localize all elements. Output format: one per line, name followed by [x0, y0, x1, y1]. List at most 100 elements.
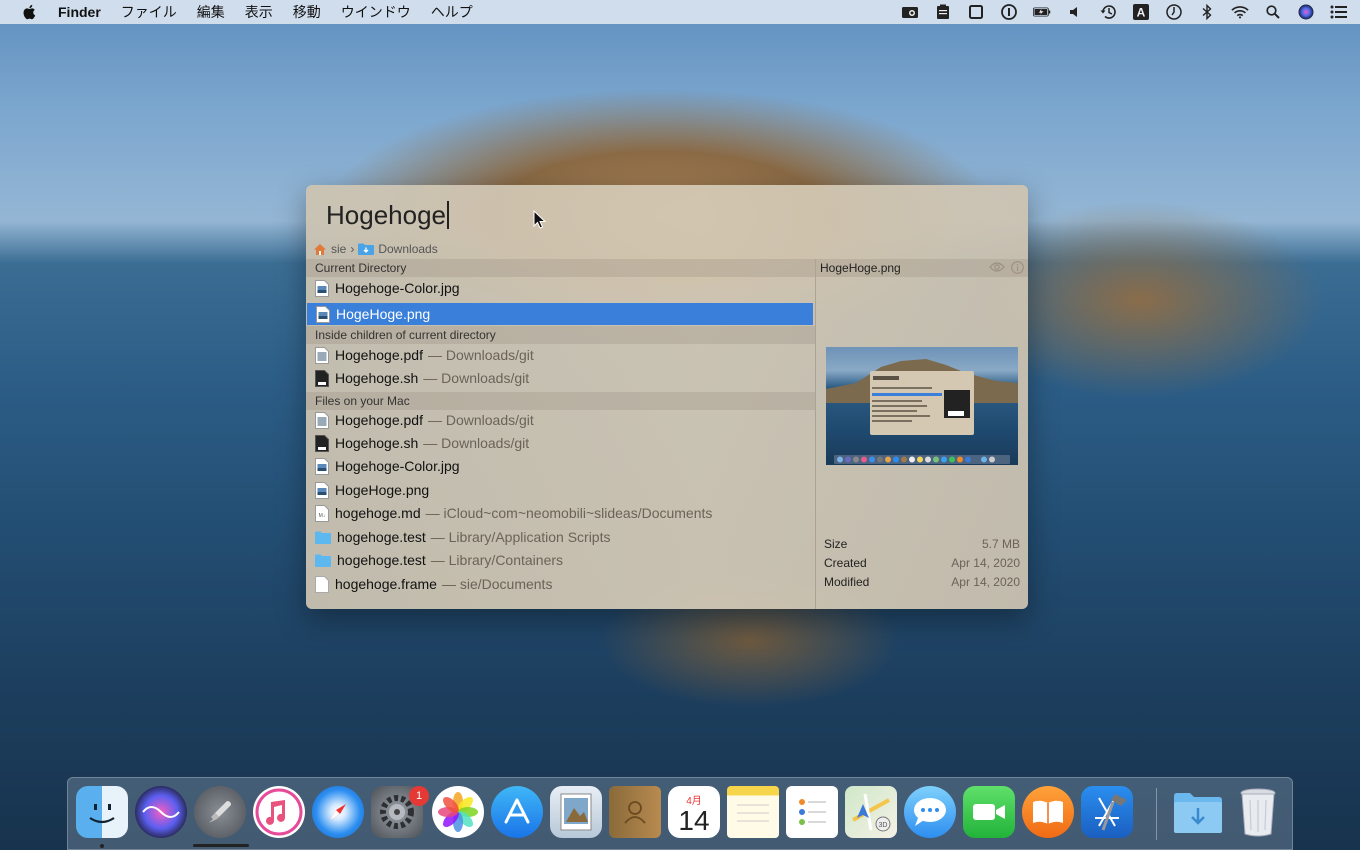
svg-text:M↓: M↓: [319, 513, 326, 519]
dock-itunes[interactable]: [253, 786, 305, 838]
list-item[interactable]: Hogehoge.sh — Downloads/git: [306, 432, 815, 454]
siri-icon[interactable]: [1297, 4, 1315, 20]
notification-center-icon[interactable]: [1330, 4, 1348, 20]
shell-script-icon: [315, 434, 329, 452]
file-name: HogeHoge.png: [336, 306, 431, 322]
list-item-selected[interactable]: HogeHoge.png: [307, 303, 813, 325]
file-path: — iCloud~com~neomobili~slideas/Documents: [425, 505, 713, 521]
meta-created: Created Apr 14, 2020: [824, 556, 1020, 574]
meta-value: Apr 14, 2020: [951, 556, 1020, 570]
search-query-field[interactable]: Hogehoge: [326, 199, 449, 231]
image-file-icon: [315, 279, 329, 297]
clock-icon[interactable]: [1165, 4, 1183, 20]
screenshot-icon[interactable]: [901, 4, 919, 20]
dock-safari[interactable]: [312, 786, 364, 838]
dock-app-store[interactable]: [491, 786, 543, 838]
dock-finder[interactable]: [76, 786, 128, 838]
dock-notes[interactable]: [727, 786, 779, 838]
list-item[interactable]: hogehoge.frame — sie/Documents: [306, 573, 815, 595]
list-item[interactable]: HogeHoge.png: [306, 479, 815, 501]
list-item[interactable]: Hogehoge-Color.jpg: [306, 455, 815, 477]
dock: 1 4月 14 3D: [67, 777, 1293, 850]
list-item[interactable]: Hogehoge.pdf — Downloads/git: [306, 409, 815, 431]
volume-icon[interactable]: [1066, 4, 1084, 20]
onepassword-icon[interactable]: [1000, 4, 1018, 20]
menu-file[interactable]: ファイル: [121, 2, 177, 22]
menu-go[interactable]: 移動: [293, 2, 321, 22]
window-icon[interactable]: [967, 4, 985, 20]
preview-header: HogeHoge.png: [816, 259, 1028, 277]
photos-flower-icon: [438, 792, 478, 832]
text-caret: [447, 201, 449, 229]
image-file-icon: [315, 481, 329, 499]
app-store-a-icon: [504, 798, 530, 824]
list-item[interactable]: M↓ hogehoge.md — iCloud~com~neomobili~sl…: [306, 502, 815, 524]
dock-facetime[interactable]: [963, 786, 1015, 838]
file-name: Hogehoge-Color.jpg: [335, 458, 460, 474]
apple-menu-icon[interactable]: [20, 3, 40, 21]
dock-downloads-stack[interactable]: [1172, 786, 1224, 838]
search-launcher-panel: Hogehoge sie › Downloads Current Directo…: [306, 185, 1028, 609]
finder-face-icon: [89, 804, 115, 824]
reminders-list-icon: [799, 799, 826, 825]
file-name: hogehoge.frame: [335, 576, 437, 592]
bluetooth-icon[interactable]: [1198, 4, 1216, 20]
clipboard-icon[interactable]: [934, 4, 952, 20]
svg-text:A: A: [1137, 6, 1146, 20]
dock-photos[interactable]: [432, 786, 484, 838]
menu-app-finder[interactable]: Finder: [58, 4, 101, 20]
dock-messages[interactable]: [904, 786, 956, 838]
menu-window[interactable]: ウインドウ: [341, 2, 411, 22]
meta-value: Apr 14, 2020: [951, 575, 1020, 589]
menu-view[interactable]: 表示: [245, 2, 273, 22]
breadcrumb: sie › Downloads: [313, 241, 438, 257]
rocket-icon: [209, 801, 231, 823]
dock-reminders[interactable]: [786, 786, 838, 838]
file-name: Hogehoge.pdf: [335, 347, 423, 363]
pdf-file-icon: [315, 346, 329, 364]
menu-edit[interactable]: 編集: [197, 2, 225, 22]
list-item[interactable]: Hogehoge.pdf — Downloads/git: [306, 344, 815, 366]
time-machine-icon[interactable]: [1099, 4, 1117, 20]
meta-value: 5.7 MB: [981, 537, 1020, 551]
file-preview-thumbnail: [826, 347, 1018, 465]
list-item[interactable]: hogehoge.test — Library/Application Scri…: [306, 526, 815, 548]
dock-trash[interactable]: [1232, 786, 1284, 838]
menu-help[interactable]: ヘルプ: [431, 2, 473, 22]
breadcrumb-home[interactable]: sie: [331, 242, 346, 256]
meta-label: Size: [824, 537, 848, 551]
file-name: hogehoge.test: [337, 529, 426, 545]
file-path: — Library/Application Scripts: [430, 529, 611, 545]
dock-siri[interactable]: [135, 786, 187, 838]
dock-launchpad[interactable]: [194, 786, 246, 838]
dock-calendar[interactable]: 4月 14: [668, 786, 720, 838]
preview-filename: HogeHoge.png: [820, 261, 901, 275]
battery-charging-icon[interactable]: [1033, 4, 1051, 20]
file-path: — Downloads/git: [423, 370, 530, 386]
launchpad-underline: [193, 844, 249, 847]
search-query-text: Hogehoge: [326, 199, 446, 230]
dock-contacts[interactable]: [609, 786, 661, 838]
home-folder-icon: [314, 243, 326, 255]
spotlight-icon[interactable]: [1264, 4, 1282, 20]
notes-lines-icon: [737, 804, 769, 822]
quick-look-eye-icon[interactable]: [989, 261, 1005, 273]
file-path: — sie/Documents: [441, 576, 553, 592]
shell-script-icon: [315, 369, 329, 387]
list-item[interactable]: Hogehoge-Color.jpg: [306, 277, 815, 299]
dock-maps[interactable]: 3D: [845, 786, 897, 838]
list-item[interactable]: Hogehoge.sh — Downloads/git: [306, 367, 815, 389]
dock-xcode[interactable]: [1081, 786, 1133, 838]
breadcrumb-downloads[interactable]: Downloads: [378, 242, 437, 256]
file-path: — Downloads/git: [427, 347, 534, 363]
file-path: — Downloads/git: [423, 435, 530, 451]
dock-preview[interactable]: [550, 786, 602, 838]
info-icon[interactable]: [1011, 261, 1024, 274]
music-note-icon: [255, 788, 303, 836]
list-item[interactable]: hogehoge.test — Library/Containers: [306, 549, 815, 571]
wifi-icon[interactable]: [1231, 4, 1249, 20]
input-source-icon[interactable]: A: [1132, 4, 1150, 20]
dock-books[interactable]: [1022, 786, 1074, 838]
file-path: — Library/Containers: [430, 552, 564, 568]
file-name: hogehoge.test: [337, 552, 426, 568]
